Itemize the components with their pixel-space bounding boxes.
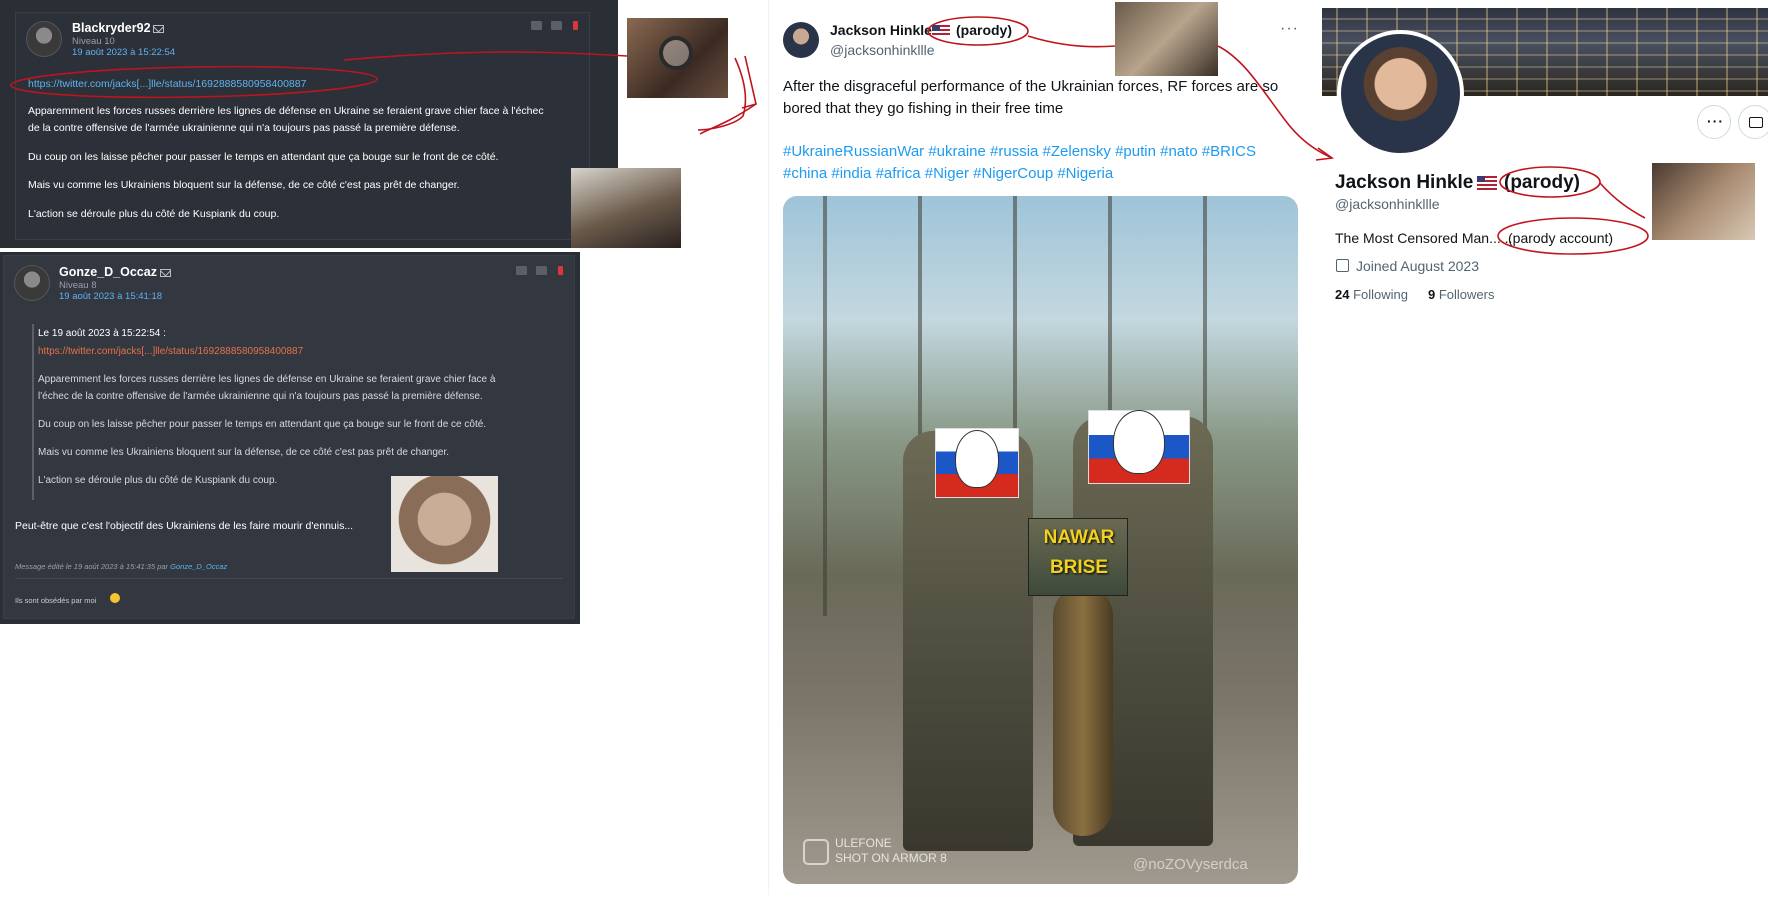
quote-paragraph: Du coup on les laisse pêcher pour passer… xyxy=(38,419,487,430)
edit-user-link[interactable]: Gonze_D_Occaz xyxy=(170,562,227,571)
column-divider xyxy=(768,0,769,895)
signature: Ils sont obsédés par moi xyxy=(15,596,97,605)
profile-more-button[interactable]: ··· xyxy=(1697,105,1731,139)
mp-icon[interactable] xyxy=(536,266,547,275)
profile-avatar[interactable] xyxy=(1337,30,1464,157)
tweet-avatar[interactable] xyxy=(783,22,819,58)
brise-text: BRISE xyxy=(1049,557,1109,578)
profile-parody-label: (parody) xyxy=(1504,172,1580,193)
tweet-more-button[interactable]: ··· xyxy=(1280,20,1299,38)
goblin-reaction-image xyxy=(391,476,498,572)
quote-header: Le 19 août 2023 à 15:22:54 : xyxy=(38,328,166,339)
tweet-text: After the disgraceful performance of the… xyxy=(783,78,1279,117)
user-level: Niveau 8 xyxy=(59,280,97,291)
camera-watermark-icon xyxy=(803,839,829,865)
post-date[interactable]: 19 août 2023 à 15:22:54 xyxy=(72,47,175,58)
username[interactable]: Gonze_D_Occaz xyxy=(59,265,157,279)
magnifier-reaction-image xyxy=(627,18,728,98)
message-button[interactable] xyxy=(1738,105,1768,139)
avatar[interactable] xyxy=(26,21,62,57)
arrow-head xyxy=(741,55,757,109)
magnifier-icon xyxy=(659,36,693,70)
quote-paragraph: L'action se déroule plus du côté de Kusp… xyxy=(38,475,278,486)
alert-icon[interactable] xyxy=(558,266,563,275)
monster-reaction-image xyxy=(571,168,681,248)
tweet-author-name[interactable]: Jackson Hinkle xyxy=(830,22,932,38)
post-paragraph: Apparemment les forces russes derrière l… xyxy=(28,105,544,134)
profile-handle: @jacksonhinkllle xyxy=(1335,196,1440,212)
forum-post-card: Blackryder92 Niveau 10 19 août 2023 à 15… xyxy=(15,12,590,240)
quote-paragraph: Apparemment les forces russes derrière l… xyxy=(38,374,496,402)
mail-icon[interactable] xyxy=(160,269,171,277)
followers-link[interactable]: 9 Followers xyxy=(1428,287,1494,302)
crying-face-sticker xyxy=(1113,410,1165,474)
nawar-brise-sticker: NAWAR BRISE xyxy=(1028,518,1128,596)
us-flag-icon xyxy=(1477,176,1497,190)
us-flag-icon xyxy=(932,25,950,37)
signature-divider xyxy=(15,578,563,579)
crying-face-sticker xyxy=(955,430,999,488)
arrow-line xyxy=(1027,35,1116,48)
post-paragraph: L'action se déroule plus du côté de Kusp… xyxy=(28,208,280,220)
profile-bio-suffix: (parody account) xyxy=(1508,230,1614,246)
quote-icon[interactable] xyxy=(516,266,527,275)
smiley-icon xyxy=(110,593,120,603)
photo-fish xyxy=(1053,586,1113,836)
tweet-handle[interactable]: @jacksonhinkllle xyxy=(830,42,934,58)
channel-watermark: @noZOVyserdca xyxy=(1133,856,1248,873)
following-link[interactable]: 24 Following xyxy=(1335,287,1408,302)
post-paragraph: Du coup on les laisse pêcher pour passer… xyxy=(28,151,499,163)
quote-icon[interactable] xyxy=(531,21,542,30)
tweet-parody-label: (parody) xyxy=(956,22,1012,38)
forum-post-1: Blackryder92 Niveau 10 19 août 2023 à 15… xyxy=(0,0,618,248)
tweet-photo[interactable]: NAWAR BRISE ULEFONE SHOT ON ARMOR 8 @noZ… xyxy=(783,196,1298,884)
photo-watermark: ULEFONE SHOT ON ARMOR 8 xyxy=(835,836,947,865)
quote-link[interactable]: https://twitter.com/jacks[...]lle/status… xyxy=(38,346,303,357)
connector-line xyxy=(1599,182,1646,219)
arrow-stroke xyxy=(699,103,757,135)
mp-icon[interactable] xyxy=(551,21,562,30)
joined-date: Joined August 2023 xyxy=(1356,258,1479,274)
profile-name: Jackson Hinkle xyxy=(1335,172,1474,193)
calendar-icon xyxy=(1336,259,1349,272)
facepalm-reaction-image xyxy=(1652,163,1755,240)
post-paragraph: Mais vu comme les Ukrainiens bloquent su… xyxy=(28,179,460,191)
envelope-icon xyxy=(1749,117,1763,128)
profile-bio: The Most Censored Man...... xyxy=(1335,230,1513,246)
alert-icon[interactable] xyxy=(573,21,578,30)
arrow-head xyxy=(1315,147,1335,161)
nawar-text: NAWAR xyxy=(1043,527,1115,548)
quote-paragraph: Mais vu comme les Ukrainiens bloquent su… xyxy=(38,447,450,458)
tweet-hashtags[interactable]: #UkraineRussianWar #ukraine #russia #Zel… xyxy=(783,141,1303,185)
post-date[interactable]: 19 août 2023 à 15:41:18 xyxy=(59,291,162,302)
tweet-link[interactable]: https://twitter.com/jacks[...]lle/status… xyxy=(28,78,306,90)
reply-text: Peut-être que c'est l'objectif des Ukrai… xyxy=(15,520,354,532)
edit-note: Message édité le 19 août 2023 à 15:41:35… xyxy=(15,562,228,571)
mail-icon[interactable] xyxy=(153,25,164,33)
detective-reaction-image xyxy=(1115,2,1218,76)
user-level: Niveau 10 xyxy=(72,36,115,47)
avatar[interactable] xyxy=(14,265,50,301)
username[interactable]: Blackryder92 xyxy=(72,21,151,35)
